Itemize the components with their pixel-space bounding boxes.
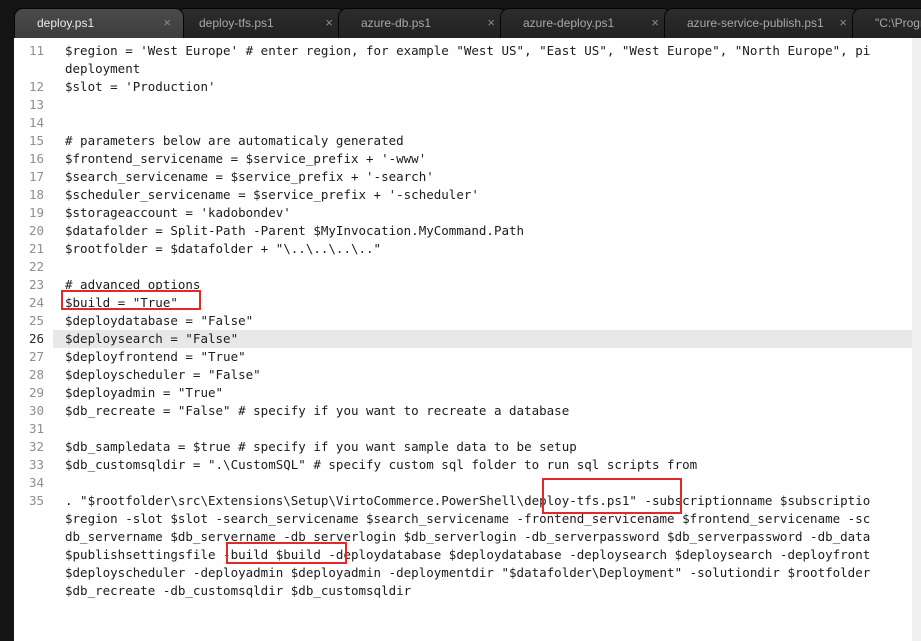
line-number: 27 [28, 349, 44, 364]
code-line[interactable]: # parameters below are automaticaly gene… [65, 132, 404, 150]
code-line[interactable]: . "$rootfolder\src\Extensions\Setup\Virt… [65, 492, 870, 510]
code-line[interactable]: $storageaccount = 'kadobondev' [65, 204, 291, 222]
highlight-box-build-variable [61, 290, 201, 310]
code-line[interactable]: $deployscheduler = "False" [65, 366, 261, 384]
tab-azure-service-publish-ps1[interactable]: azure-service-publish.ps1 × [664, 8, 860, 38]
line-number: 28 [28, 367, 44, 382]
line-number: 18 [28, 187, 44, 202]
code-line[interactable]: $db_recreate -db_customsqldir $db_custom… [65, 582, 411, 600]
code-line[interactable]: $deploysearch = "False" [65, 330, 238, 348]
code-line[interactable]: $db_customsqldir = ".\CustomSQL" # speci… [65, 456, 697, 474]
line-number: 17 [28, 169, 44, 184]
tab-azure-deploy-ps1[interactable]: azure-deploy.ps1 × [500, 8, 672, 38]
line-number: 19 [28, 205, 44, 220]
tab-label: deploy-tfs.ps1 [199, 16, 274, 30]
line-number: 14 [28, 115, 44, 130]
code-line[interactable]: $region = 'West Europe' # enter region, … [65, 42, 870, 60]
code-line[interactable]: db_servername $db_servername -db_serverl… [65, 528, 870, 546]
code-line[interactable]: $scheduler_servicename = $service_prefix… [65, 186, 479, 204]
close-icon[interactable]: × [325, 15, 333, 30]
code-line[interactable]: $deploydatabase = "False" [65, 312, 253, 330]
line-number: 22 [28, 259, 44, 274]
line-number: 21 [28, 241, 44, 256]
tab-label: azure-service-publish.ps1 [687, 16, 824, 30]
line-number: 34 [28, 475, 44, 490]
highlight-box-deploy-tfs-script [542, 478, 682, 514]
line-number: 23 [28, 277, 44, 292]
code-line[interactable]: $frontend_servicename = $service_prefix … [65, 150, 426, 168]
tab-label: azure-db.ps1 [361, 16, 432, 30]
line-number: 13 [28, 97, 44, 112]
tab-azure-db-ps1[interactable]: azure-db.ps1 × [338, 8, 508, 38]
line-number: 12 [28, 79, 44, 94]
line-number: 25 [28, 313, 44, 328]
line-number-gutter: 11 12 13 14 15 16 17 18 19 20 21 22 23 24 25 26 27 28 29 30… [14, 38, 53, 641]
tab-label: deploy.ps1 [37, 16, 95, 30]
tab-c-progr[interactable]: "C:\Progr [852, 8, 921, 38]
code-line[interactable]: $search_servicename = $service_prefix + … [65, 168, 434, 186]
code-line[interactable]: $db_sampledata = $true # specify if you … [65, 438, 577, 456]
tab-bar: deploy.ps1 × deploy-tfs.ps1 × azure-db.p… [0, 0, 921, 38]
tab-label: "C:\Progr [875, 16, 921, 30]
tab-deploy-tfs-ps1[interactable]: deploy-tfs.ps1 × [176, 8, 346, 38]
code-line[interactable]: $deployadmin = "True" [65, 384, 223, 402]
sidebar-edge [0, 38, 14, 641]
code-line[interactable]: $deployfrontend = "True" [65, 348, 246, 366]
code-line[interactable]: $slot = 'Production' [65, 78, 216, 96]
close-icon[interactable]: × [487, 15, 495, 30]
line-number: 33 [28, 457, 44, 472]
line-number: 32 [28, 439, 44, 454]
code-line[interactable]: $rootfolder = $datafolder + "\..\..\..\.… [65, 240, 381, 258]
tab-deploy-ps1[interactable]: deploy.ps1 × [14, 8, 184, 38]
code-line[interactable]: deployment [65, 60, 140, 78]
tab-label: azure-deploy.ps1 [523, 16, 615, 30]
line-number: 16 [28, 151, 44, 166]
close-icon[interactable]: × [163, 15, 171, 30]
line-number: 31 [28, 421, 44, 436]
line-number: 29 [28, 385, 44, 400]
close-icon[interactable]: × [651, 15, 659, 30]
line-number: 26 [28, 331, 44, 346]
close-icon[interactable]: × [839, 15, 847, 30]
code-line[interactable]: $deployscheduler -deployadmin $deployadm… [65, 564, 870, 582]
code-line[interactable]: $region -slot $slot -search_servicename … [65, 510, 870, 528]
line-number: 30 [28, 403, 44, 418]
vertical-scrollbar[interactable] [912, 38, 921, 641]
line-number: 24 [28, 295, 44, 310]
highlight-box-build-argument [226, 542, 347, 564]
line-number: 35 [28, 493, 44, 508]
line-number: 15 [28, 133, 44, 148]
line-number: 11 [28, 43, 44, 58]
line-number: 20 [28, 223, 44, 238]
code-line[interactable]: $datafolder = Split-Path -Parent $MyInvo… [65, 222, 524, 240]
code-line[interactable]: $db_recreate = "False" # specify if you … [65, 402, 569, 420]
code-editor[interactable]: 11 12 13 14 15 16 17 18 19 20 21 22 23 24 25 26 27 28 29 30… [14, 38, 921, 641]
code-line[interactable]: $publishsettingsfile -build $build -depl… [65, 546, 870, 564]
